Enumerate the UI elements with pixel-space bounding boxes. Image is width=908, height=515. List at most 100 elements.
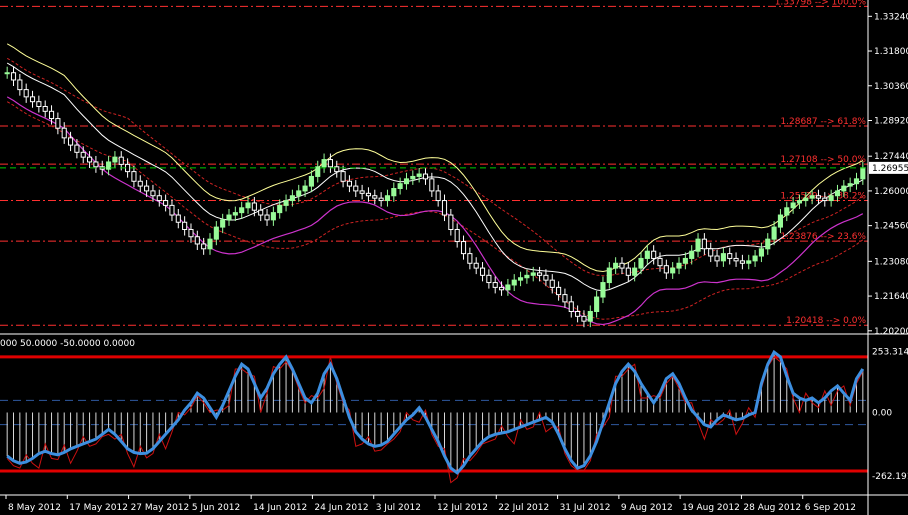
candle-body (613, 262, 619, 269)
candle-body (144, 185, 150, 192)
candle-body (150, 190, 156, 197)
candle-body (765, 238, 771, 250)
candle-body (784, 207, 790, 216)
price-tick-label: 1.31800 (874, 47, 908, 57)
time-tick-label: 17 May 2012 (69, 503, 128, 513)
price-tick-label: 1.26000 (874, 187, 908, 197)
candle-body (378, 197, 384, 202)
candle-body (460, 241, 467, 255)
candle-body (809, 195, 815, 199)
candle-body (302, 185, 308, 192)
candle-body (207, 238, 213, 250)
candle-body (537, 272, 543, 276)
candle-body (403, 178, 410, 185)
candle-body (701, 238, 707, 250)
candle-body (296, 190, 302, 197)
candle-body (739, 260, 745, 264)
candle-body (327, 159, 333, 168)
fib-level-label-2: 1.27108 --> 50.0% (780, 155, 866, 165)
candle-body (714, 255, 720, 262)
candle-body (632, 267, 638, 276)
candle-body (277, 204, 283, 214)
candle-body (137, 180, 143, 187)
candle-body (283, 200, 289, 206)
time-tick-label: 9 Aug 2012 (621, 503, 673, 513)
candle-body (258, 209, 264, 216)
candle-body (226, 214, 232, 221)
price-tick-label: 1.20200 (874, 327, 908, 337)
candle-body (479, 267, 486, 276)
candle-body (594, 296, 600, 313)
candle-body (562, 294, 568, 303)
candle-body (391, 188, 397, 197)
candle-body (80, 151, 86, 158)
candle-body (815, 195, 822, 199)
candle-body (568, 301, 574, 312)
price-tick-label: 1.28920 (874, 116, 908, 126)
candle-body (473, 262, 479, 269)
price-tick-label: 1.24560 (874, 222, 908, 232)
candle-body (467, 253, 473, 264)
candle-body (118, 156, 124, 165)
candle-body (492, 282, 498, 288)
candle-body (359, 190, 365, 194)
fib-level-label-0: 1.33798 --> 100.0% (775, 0, 867, 7)
candle-body (606, 267, 612, 284)
candle-body (727, 253, 733, 259)
candle-body (556, 286, 562, 296)
candle-body (340, 171, 346, 182)
candle-body (518, 277, 524, 281)
candle-body (746, 260, 752, 264)
candle-body (625, 267, 631, 276)
candle-body (239, 207, 245, 214)
candle-body (454, 229, 460, 243)
candle-body (587, 311, 593, 322)
candle-body (220, 219, 226, 228)
candle-body (847, 183, 853, 187)
candle-body (733, 257, 739, 262)
time-tick-label: 19 Aug 2012 (682, 503, 740, 513)
time-tick-label: 22 Jul 2012 (498, 503, 549, 513)
price-tick-label: 1.21640 (874, 292, 908, 302)
candle-body (169, 204, 175, 216)
candle-body (549, 279, 555, 288)
candle-body (232, 212, 238, 216)
current-price-label: 1.26955 (872, 164, 908, 174)
candle-body (194, 236, 200, 245)
time-tick-label: 31 Jul 2012 (560, 503, 611, 513)
candle-body (416, 173, 422, 177)
candle-body (289, 195, 295, 202)
candle-body (315, 166, 321, 177)
candle-body (213, 226, 219, 240)
candle-body (384, 195, 391, 202)
candle-body (182, 221, 188, 231)
candle-body (441, 200, 448, 216)
candle-body (695, 238, 701, 252)
candle-body (670, 267, 676, 274)
time-tick-label: 28 Aug 2012 (743, 503, 801, 513)
candle-body (201, 243, 207, 250)
time-tick-label: 8 May 2012 (8, 503, 61, 513)
candle-body (777, 214, 783, 228)
candle-body (410, 175, 416, 180)
chart-root: 1.33798 --> 100.0% 1.28687 --> 61.8% 1.271… (0, 0, 908, 515)
candle-body (486, 274, 492, 284)
candle-body (758, 248, 764, 257)
candle-body (828, 195, 834, 202)
candle-body (67, 137, 74, 146)
candle-body (841, 185, 847, 192)
candle-body (321, 159, 327, 168)
time-tick-label: 5 Jun 2012 (192, 503, 240, 513)
price-tick-label: 1.30360 (874, 82, 908, 92)
candle-body (29, 96, 36, 103)
candle-body (270, 212, 276, 221)
time-tick-label: 3 Jul 2012 (376, 503, 421, 513)
candle-body (61, 127, 67, 139)
candle-body (112, 156, 118, 163)
candle-body (543, 274, 549, 281)
candle-body (682, 257, 688, 264)
candle-body (581, 315, 587, 322)
candle-body (822, 197, 828, 202)
candle-body (429, 178, 435, 192)
fib-level-label-5: 1.20418 --> 0.0% (786, 316, 866, 326)
